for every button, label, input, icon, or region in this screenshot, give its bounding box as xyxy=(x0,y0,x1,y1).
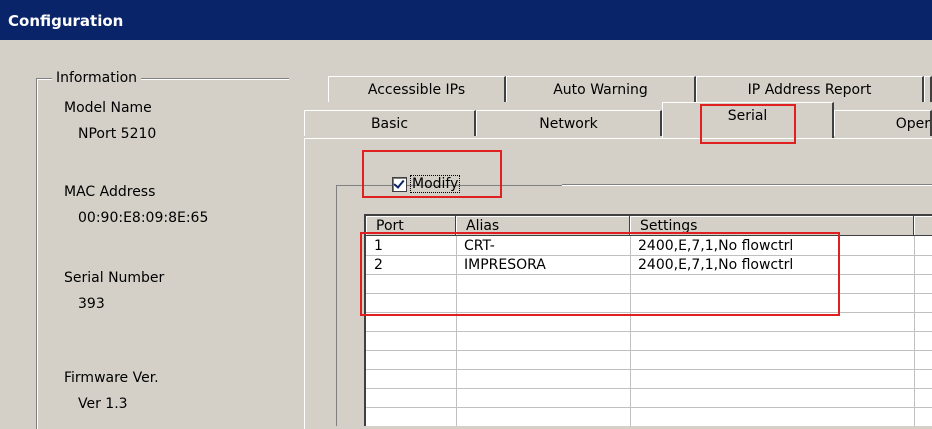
firmware-value: Ver 1.3 xyxy=(78,396,128,412)
grid-row-line xyxy=(366,369,932,370)
mac-address-value: 00:90:E8:09:8E:65 xyxy=(78,210,209,226)
tab-operating[interactable]: Oper xyxy=(834,110,932,136)
window-title: Configuration xyxy=(0,0,932,40)
tab-network[interactable]: Network xyxy=(476,110,662,136)
annotation-serial-tab xyxy=(700,104,796,144)
grid-row-line xyxy=(366,407,932,408)
mac-address-label: MAC Address xyxy=(64,184,156,200)
tab-accessible-ips[interactable]: Accessible IPs xyxy=(328,76,506,102)
annotation-modify xyxy=(362,150,502,198)
serial-number-value: 393 xyxy=(78,296,105,312)
model-name-label: Model Name xyxy=(64,100,152,116)
grid-header-extra[interactable] xyxy=(914,216,932,236)
tab-ip-address-report[interactable]: IP Address Report xyxy=(696,76,924,102)
information-legend: Information xyxy=(52,70,142,86)
grid-row-line xyxy=(366,331,932,332)
groupbox-separator xyxy=(562,184,932,186)
tab-basic[interactable]: Basic xyxy=(304,110,476,136)
firmware-label: Firmware Ver. xyxy=(64,370,159,386)
model-name-value: NPort 5210 xyxy=(78,126,157,142)
serial-number-label: Serial Number xyxy=(64,270,165,286)
grid-row-line xyxy=(366,388,932,389)
grid-row-line xyxy=(366,350,932,351)
tab-auto-warning[interactable]: Auto Warning xyxy=(506,76,696,102)
tab-overflow-row1[interactable] xyxy=(924,76,932,102)
annotation-port-rows xyxy=(360,232,840,316)
